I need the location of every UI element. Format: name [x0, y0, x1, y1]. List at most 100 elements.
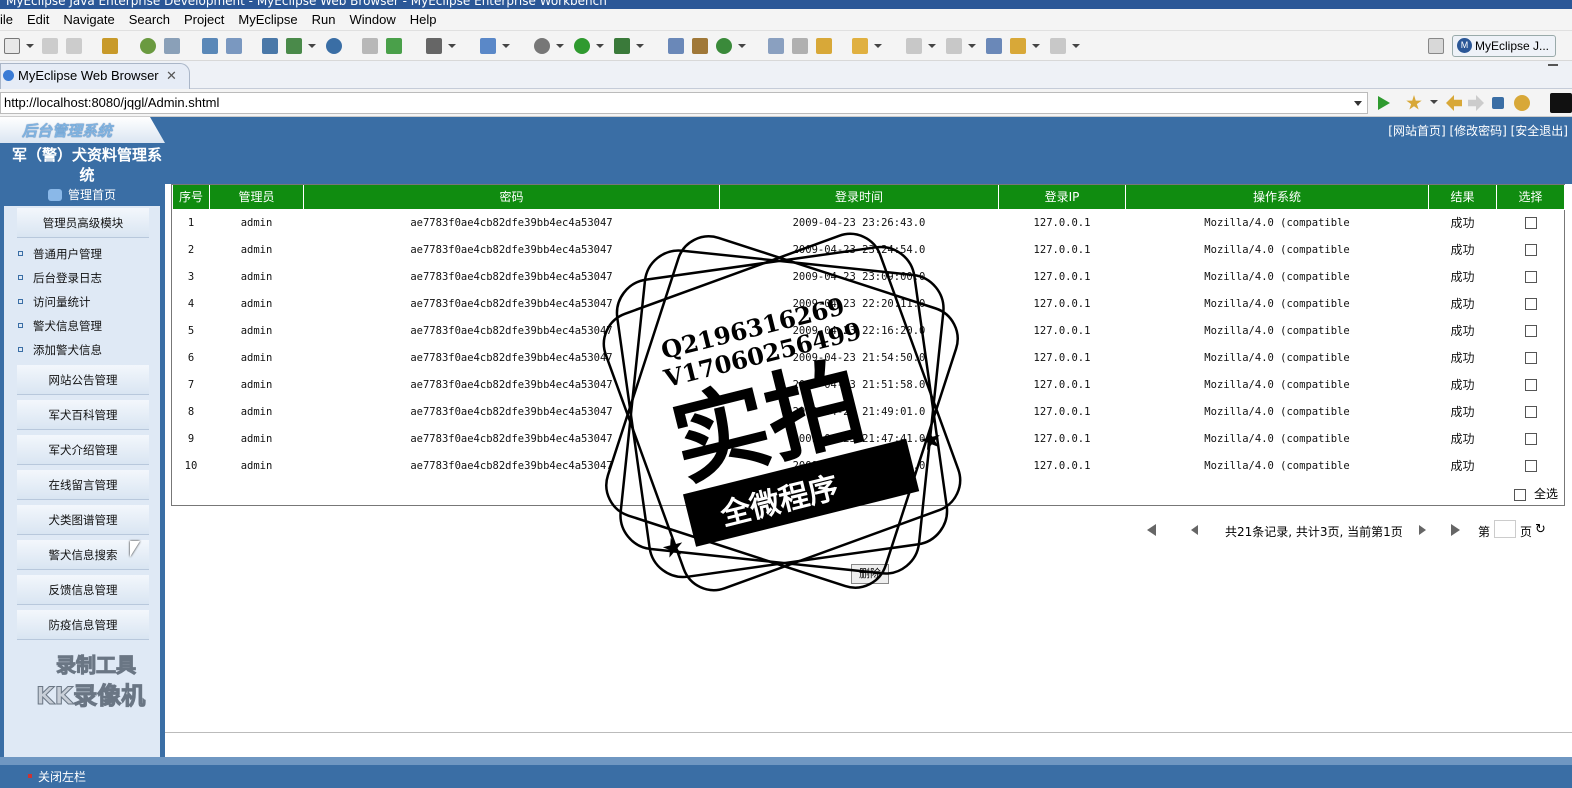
close-sidebar-link[interactable]: 关闭左栏: [38, 768, 86, 785]
menu-myeclipse[interactable]: MyEclipse: [231, 12, 304, 27]
row-checkbox[interactable]: [1524, 432, 1537, 445]
url-dropdown-icon[interactable]: [1354, 101, 1362, 106]
new-wizard-icon[interactable]: [480, 38, 496, 54]
select-all[interactable]: 全选: [1513, 485, 1558, 502]
search-dropdown-icon[interactable]: [874, 44, 882, 48]
top-links[interactable]: [网站首页] [修改密码] [安全退出]: [1388, 122, 1568, 139]
run-external-dropdown-icon[interactable]: [636, 44, 644, 48]
sidebar-section-notice[interactable]: 网站公告管理: [17, 365, 149, 395]
debug-icon[interactable]: [140, 38, 156, 54]
debug-dropdown-icon[interactable]: [556, 44, 564, 48]
minimize-icon[interactable]: [1548, 64, 1558, 66]
bug-icon[interactable]: [534, 38, 550, 54]
new-icon[interactable]: [4, 38, 20, 54]
refresh-dropdown-icon[interactable]: [738, 44, 746, 48]
menu-search[interactable]: Search: [122, 12, 177, 27]
prev-annotation-icon[interactable]: [946, 38, 962, 54]
sidebar-section-feedback[interactable]: 反馈信息管理: [17, 575, 149, 605]
new-class-icon[interactable]: [668, 38, 684, 54]
row-checkbox[interactable]: [1524, 297, 1537, 310]
row-checkbox[interactable]: [1524, 216, 1537, 229]
row-checkbox[interactable]: [1524, 459, 1537, 472]
sidebar-item-visit-stats[interactable]: 访问量统计: [18, 294, 91, 310]
globe-icon[interactable]: [326, 38, 342, 54]
row-checkbox[interactable]: [1524, 351, 1537, 364]
sidebar-section-encyclopedia[interactable]: 军犬百科管理: [17, 400, 149, 430]
add-icon[interactable]: [386, 38, 402, 54]
refresh-icon[interactable]: [716, 38, 732, 54]
tab-web-browser[interactable]: MyEclipse Web Browser ✕: [0, 63, 190, 89]
refresh-page-icon[interactable]: [1514, 95, 1530, 111]
sidebar-section-epidemic[interactable]: 防疫信息管理: [17, 610, 149, 640]
export-dropdown-icon[interactable]: [308, 44, 316, 48]
last-page-icon[interactable]: [1451, 524, 1460, 536]
row-checkbox[interactable]: [1524, 243, 1537, 256]
package-icon[interactable]: [102, 38, 118, 54]
nav-home[interactable]: 管理首页: [4, 184, 160, 206]
camera-dropdown-icon[interactable]: [448, 44, 456, 48]
sidebar-section-gallery[interactable]: 犬类图谱管理: [17, 505, 149, 535]
next-annotation-dropdown-icon[interactable]: [928, 44, 936, 48]
server-icon[interactable]: [164, 38, 180, 54]
run-external-icon[interactable]: [614, 38, 630, 54]
menu-project[interactable]: Project: [177, 12, 231, 27]
folder-icon[interactable]: [816, 38, 832, 54]
new-package-icon[interactable]: [692, 38, 708, 54]
forward-arrow-icon[interactable]: [1468, 95, 1484, 111]
row-checkbox[interactable]: [1524, 324, 1537, 337]
menu-edit[interactable]: Edit: [20, 12, 56, 27]
menu-navigate[interactable]: Navigate: [56, 12, 121, 27]
forward-icon[interactable]: [1050, 38, 1066, 54]
db-icon[interactable]: [262, 38, 278, 54]
search-folder-icon[interactable]: [852, 38, 868, 54]
browse-icon[interactable]: [226, 38, 242, 54]
new-dropdown-icon[interactable]: [26, 44, 34, 48]
menu-help[interactable]: Help: [403, 12, 444, 27]
goto-page-icon[interactable]: ↻: [1535, 522, 1546, 537]
next-page-icon[interactable]: [1419, 525, 1426, 535]
sidebar-item-login-log[interactable]: 后台登录日志: [18, 270, 102, 286]
delete-button[interactable]: 删除: [851, 564, 889, 584]
menu-run[interactable]: Run: [305, 12, 343, 27]
back-dropdown-icon[interactable]: [1032, 44, 1040, 48]
prev-page-icon[interactable]: [1191, 525, 1198, 535]
save-icon[interactable]: [42, 38, 58, 54]
open-type-icon[interactable]: [768, 38, 784, 54]
last-edit-icon[interactable]: [986, 38, 1002, 54]
url-input[interactable]: http://localhost:8080/jqgl/Admin.shtml: [0, 92, 1368, 114]
wizard-dropdown-icon[interactable]: [502, 44, 510, 48]
sidebar-item-add-dog[interactable]: 添加警犬信息: [18, 342, 102, 358]
back-arrow-icon[interactable]: [1446, 95, 1462, 111]
print-icon[interactable]: [66, 38, 82, 54]
menu-file[interactable]: ile: [0, 12, 20, 27]
prev-annotation-dropdown-icon[interactable]: [968, 44, 976, 48]
close-icon[interactable]: ✕: [166, 64, 177, 88]
next-annotation-icon[interactable]: [906, 38, 922, 54]
deploy-icon[interactable]: [202, 38, 218, 54]
tool-icon[interactable]: [792, 38, 808, 54]
run-icon[interactable]: [574, 38, 590, 54]
camera-icon[interactable]: [426, 38, 442, 54]
row-checkbox[interactable]: [1524, 405, 1537, 418]
perspective-button[interactable]: M MyEclipse J...: [1452, 35, 1556, 57]
export-icon[interactable]: [286, 38, 302, 54]
select-all-checkbox[interactable]: [1513, 488, 1526, 501]
favorites-icon[interactable]: [1406, 95, 1422, 110]
page-number-input[interactable]: [1494, 520, 1516, 538]
sidebar-item-dog-info[interactable]: 警犬信息管理: [18, 318, 102, 334]
run-dropdown-icon[interactable]: [596, 44, 604, 48]
favorites-dropdown-icon[interactable]: [1430, 100, 1438, 104]
sidebar-item-users[interactable]: 普通用户管理: [18, 246, 102, 262]
open-icon[interactable]: [362, 38, 378, 54]
menu-window[interactable]: Window: [343, 12, 403, 27]
sidebar-section-admin[interactable]: 管理员高级模块: [17, 208, 149, 238]
back-icon[interactable]: [1010, 38, 1026, 54]
stop-icon[interactable]: [1492, 97, 1504, 109]
forward-dropdown-icon[interactable]: [1072, 44, 1080, 48]
first-page-icon[interactable]: [1147, 524, 1156, 536]
sidebar-section-intro[interactable]: 军犬介绍管理: [17, 435, 149, 465]
open-perspective-icon[interactable]: [1428, 38, 1444, 54]
row-checkbox[interactable]: [1524, 378, 1537, 391]
row-checkbox[interactable]: [1524, 270, 1537, 283]
sidebar-section-messages[interactable]: 在线留言管理: [17, 470, 149, 500]
